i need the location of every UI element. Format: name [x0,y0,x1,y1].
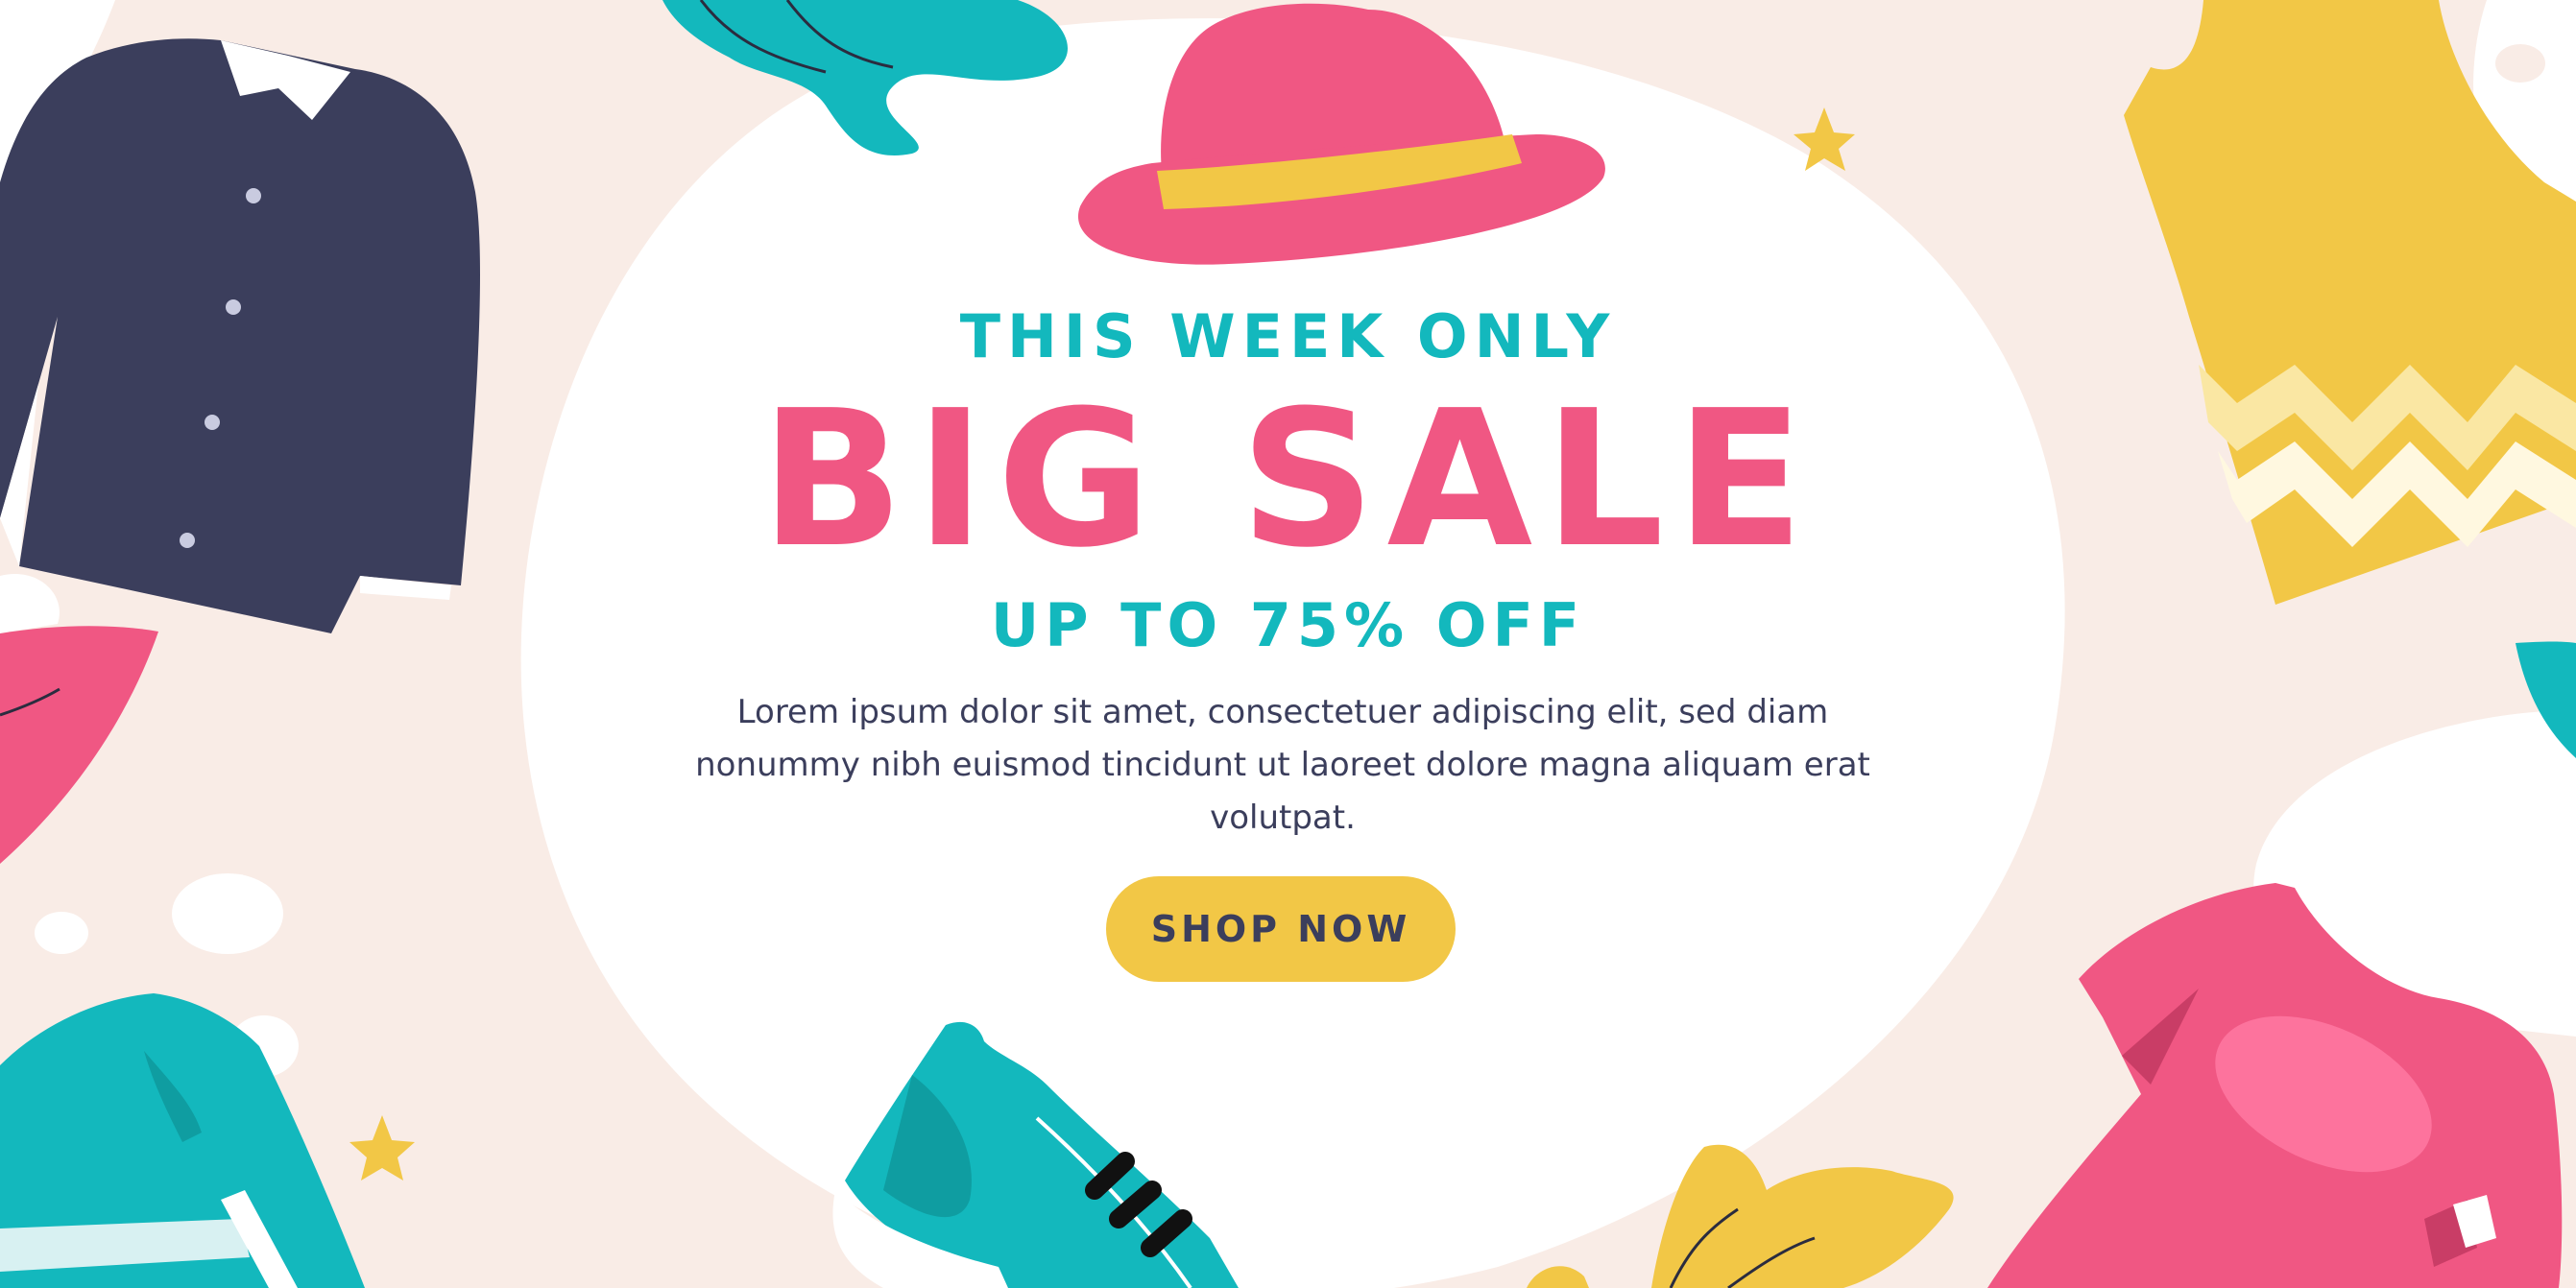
headline: BIG SALE [759,370,1817,589]
discount-text: UP TO 75% OFF [990,590,1586,660]
shop-now-button[interactable]: SHOP NOW [1106,876,1456,982]
eyebrow-text: THIS WEEK ONLY [959,301,1617,371]
sale-copy: THIS WEEK ONLY BIG SALE UP TO 75% OFF Lo… [0,0,2576,1288]
description: Lorem ipsum dolor sit amet, consectetuer… [695,693,1870,837]
